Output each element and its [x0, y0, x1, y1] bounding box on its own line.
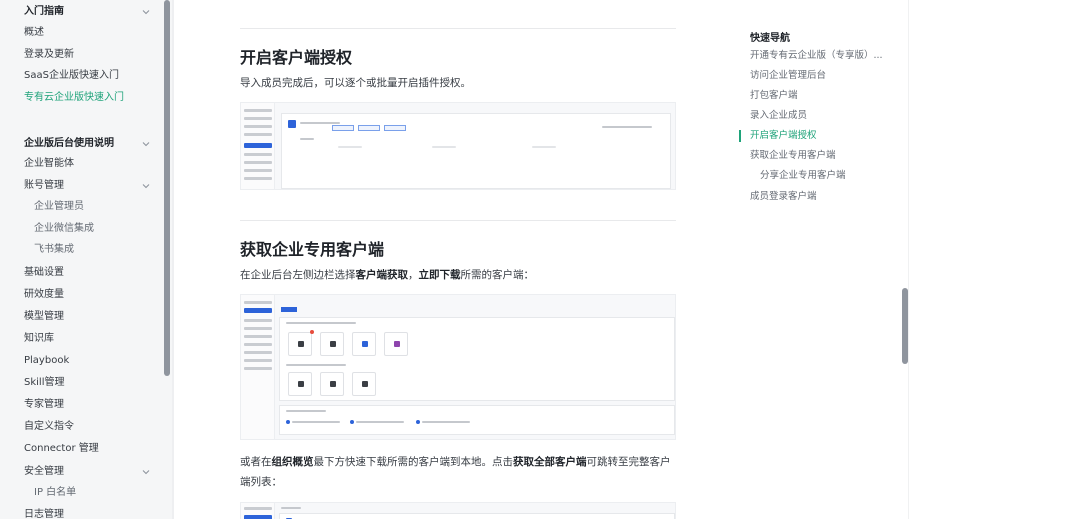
sidebar-item[interactable]: 企业管理员: [34, 200, 84, 214]
mini-client-panel: [279, 317, 675, 401]
sidebar-item[interactable]: 登录及更新: [24, 48, 74, 62]
sidebar-item[interactable]: 专有云企业版快速入门: [24, 91, 124, 105]
chevron-down-icon[interactable]: [142, 468, 150, 476]
sidebar-item[interactable]: IP 白名单: [34, 486, 76, 500]
sidebar-item[interactable]: 模型管理: [24, 310, 64, 324]
sidebar-item[interactable]: 企业微信集成: [34, 222, 94, 236]
screenshot-client-download: [240, 294, 676, 440]
screenshot-member-authorization: [240, 102, 676, 190]
sidebar-group[interactable]: 入门指南: [24, 5, 64, 19]
sidebar-item[interactable]: 飞书集成: [34, 243, 74, 257]
quick-nav-item[interactable]: 获取企业专用客户端: [750, 149, 836, 162]
chevron-down-icon[interactable]: [142, 8, 150, 16]
screenshot-org-overview: [240, 502, 676, 519]
sidebar-group[interactable]: 企业版后台使用说明: [24, 137, 114, 151]
mini-related-panel: [279, 405, 675, 435]
quick-nav-item[interactable]: 开启客户端授权: [750, 129, 817, 142]
sidebar-item[interactable]: 研效度量: [24, 288, 64, 302]
sidebar-item[interactable]: Skill管理: [24, 376, 64, 390]
sidebar-item[interactable]: 企业智能体: [24, 157, 74, 171]
quick-nav-item[interactable]: 分享企业专用客户端: [760, 169, 846, 182]
quick-nav-item[interactable]: 开通专有云企业版（专享版）...: [750, 49, 883, 62]
sidebar-item[interactable]: 自定义指令: [24, 420, 74, 434]
sidebar-scrollbar-thumb[interactable]: [164, 0, 170, 376]
chevron-down-icon[interactable]: [142, 182, 150, 190]
sidebar-item[interactable]: 账号管理: [24, 179, 64, 193]
paragraph-enable-authorization: 导入成员完成后，可以逐个或批量开启插件授权。: [240, 77, 471, 89]
sidebar-item[interactable]: 安全管理: [24, 465, 64, 479]
sidebar-item[interactable]: 概述: [24, 26, 44, 40]
sidebar-item[interactable]: 日志管理: [24, 508, 64, 519]
section-divider: [240, 28, 676, 29]
quick-nav-item[interactable]: 录入企业成员: [750, 109, 807, 122]
sidebar-item[interactable]: 知识库: [24, 332, 54, 346]
sidebar-item[interactable]: SaaS企业版快速入门: [24, 69, 119, 83]
sidebar-item[interactable]: 专家管理: [24, 398, 64, 412]
docs-sidebar: 入门指南概述登录及更新 SaaS企业版快速入门 专有云企业版快速入门 企业版后台使用说…: [0, 0, 172, 519]
sidebar-divider: [172, 0, 174, 519]
heading-get-enterprise-client: 获取企业专用客户端: [240, 240, 385, 259]
chevron-down-icon[interactable]: [142, 140, 150, 148]
mini-sidebar: [241, 295, 275, 439]
section-divider: [240, 220, 676, 221]
page-scrollbar-thumb[interactable]: [902, 288, 908, 364]
mini-sidebar: [241, 103, 275, 189]
quick-nav-active-indicator: [739, 130, 741, 142]
mini-member-panel: [281, 113, 671, 189]
quick-nav-item[interactable]: 打包客户端: [750, 89, 798, 102]
sidebar-item[interactable]: 基础设置: [24, 266, 64, 280]
paragraph-client-download: 在企业后台左侧边栏选择客户端获取，立即下载所需的客户端：: [240, 269, 534, 281]
sidebar-item[interactable]: Playbook: [24, 354, 69, 368]
paragraph-org-overview: 或者在组织概览最下方快速下载所需的客户端到本地。点击获取全部客户端可跳转至完整客…: [240, 456, 671, 488]
heading-enable-client-authorization: 开启客户端授权: [240, 48, 353, 67]
quick-nav-item[interactable]: 成员登录客户端: [750, 190, 817, 203]
quick-nav-title: 快速导航: [750, 33, 790, 44]
page-right-margin: [908, 0, 1080, 519]
quick-nav-item[interactable]: 访问企业管理后台: [750, 69, 826, 82]
mini-sidebar: [241, 503, 275, 519]
sidebar-item[interactable]: Connector 管理: [24, 442, 99, 456]
